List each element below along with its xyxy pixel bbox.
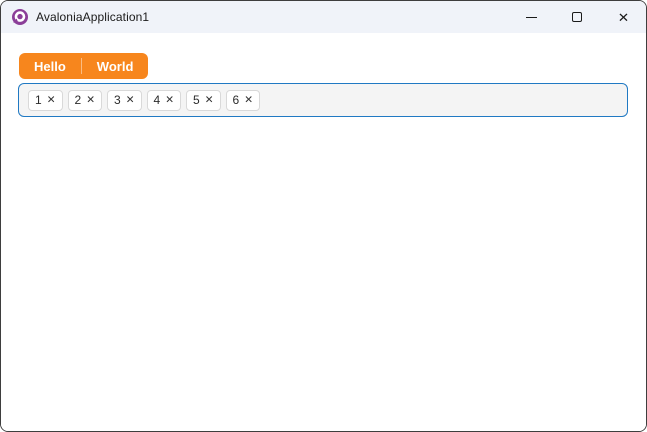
close-button[interactable]: ✕: [600, 1, 646, 33]
app-window: AvaloniaApplication1 ✕ Hello World 1 ✕ 2…: [0, 0, 647, 432]
minimize-button[interactable]: [508, 1, 554, 33]
tag-chip-label: 2: [74, 93, 82, 107]
tag-remove-button[interactable]: ✕: [205, 95, 214, 106]
tag-chip-label: 1: [35, 93, 42, 107]
tag-chip-4: 4 ✕: [146, 89, 181, 111]
tag-chip-2: 2 ✕: [67, 89, 102, 111]
tag-chip-label: 5: [193, 93, 200, 107]
tag-chip-5: 5 ✕: [186, 89, 221, 111]
tag-chip-label: 3: [114, 93, 121, 107]
tab-hello[interactable]: Hello: [19, 53, 81, 79]
tag-remove-button[interactable]: ✕: [47, 95, 56, 106]
close-icon: ✕: [617, 9, 629, 25]
tab-world[interactable]: World: [82, 53, 149, 79]
tag-chip-1: 1 ✕: [28, 89, 63, 111]
tag-remove-button[interactable]: ✕: [244, 95, 253, 106]
tag-remove-button[interactable]: ✕: [165, 95, 174, 106]
tag-chip-3: 3 ✕: [107, 89, 142, 111]
tags-input[interactable]: 1 ✕ 2 ✕ 3 ✕ 4 ✕ 5 ✕ 6 ✕: [18, 83, 628, 117]
maximize-button[interactable]: [554, 1, 600, 33]
window-content: Hello World 1 ✕ 2 ✕ 3 ✕ 4 ✕ 5 ✕ 6 ✕: [1, 33, 646, 431]
avalonia-logo-icon: [12, 9, 28, 25]
tag-remove-button[interactable]: ✕: [126, 95, 135, 106]
tag-chip-label: 4: [153, 93, 161, 107]
maximize-icon: [572, 12, 582, 22]
tab-strip: Hello World: [19, 53, 149, 79]
tag-chip-6: 6 ✕: [225, 89, 260, 111]
window-controls: ✕: [508, 1, 646, 33]
minimize-icon: [525, 16, 537, 18]
window-title: AvaloniaApplication1: [36, 10, 150, 24]
tag-remove-button[interactable]: ✕: [86, 95, 95, 106]
title-bar[interactable]: AvaloniaApplication1 ✕: [1, 1, 646, 33]
tag-chip-label: 6: [232, 93, 240, 107]
